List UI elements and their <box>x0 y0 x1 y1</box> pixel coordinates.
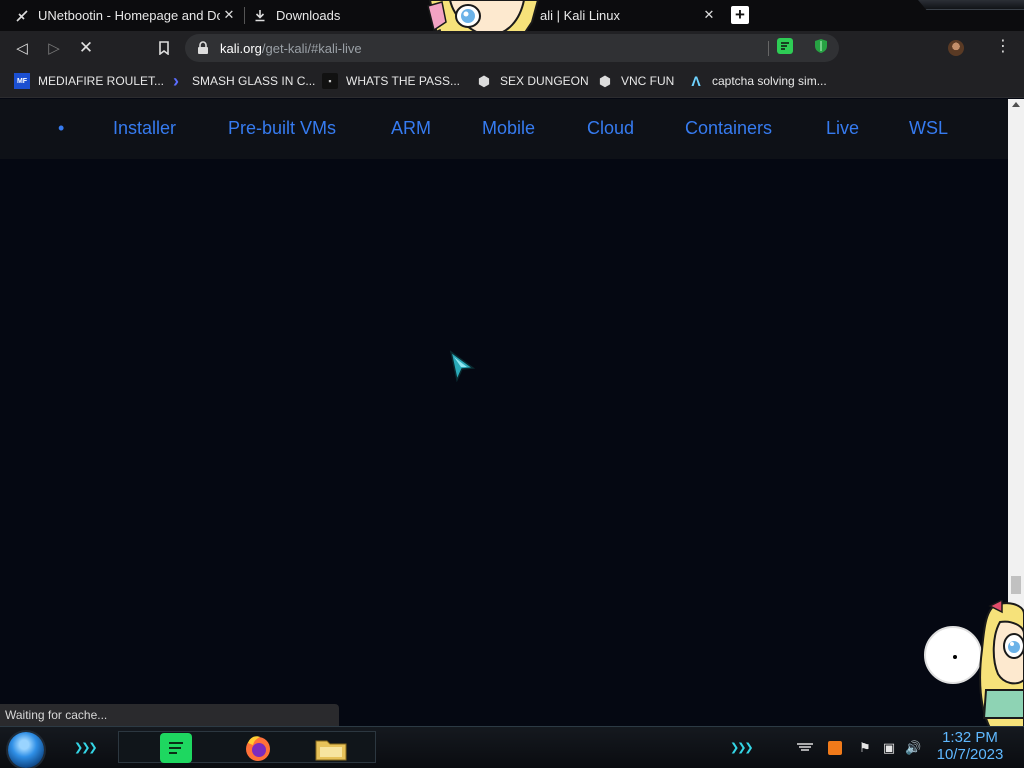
start-orb-button[interactable] <box>8 732 44 768</box>
mouse-cursor-icon <box>449 350 476 387</box>
profile-avatar[interactable] <box>948 40 964 56</box>
mediafire-icon: MF <box>14 73 30 89</box>
volume-icon[interactable]: 🔊 <box>905 741 921 755</box>
new-tab-button[interactable]: + <box>731 6 749 24</box>
bookmark-label: captcha solving sim... <box>712 74 827 88</box>
bookmark-item[interactable]: ⬢ SEX DUNGEON <box>476 71 589 91</box>
bookmark-icon[interactable] <box>153 37 175 59</box>
bookmark-label: SEX DUNGEON <box>500 74 589 88</box>
forward-button[interactable]: ▷ <box>43 37 65 59</box>
nav-link-mobile[interactable]: Mobile <box>482 118 535 139</box>
lock-icon <box>197 41 211 55</box>
bookmark-item[interactable]: MF MEDIAFIRE ROULET... <box>14 71 164 91</box>
web-page-content: • Installer Pre-built VMs ARM Mobile Clo… <box>0 99 1008 726</box>
desktop-screen: UNetbootin - Homepage and Dow ✕ Download… <box>0 0 1024 768</box>
chevron-bookmark-icon: › <box>173 70 179 91</box>
status-bar: Waiting for cache... <box>0 704 339 726</box>
tab-title: UNetbootin - Homepage and Dow <box>38 8 220 23</box>
bookmarks-bar: MF MEDIAFIRE ROULET... › SMASH GLASS IN … <box>0 65 1024 98</box>
nav-dot[interactable]: • <box>58 118 64 139</box>
bookmark-label: VNC FUN <box>621 74 675 88</box>
system-clock[interactable]: 1:32 PM 10/7/2023 <box>934 729 1006 763</box>
lock-bookmark-icon: ▪ <box>322 73 338 89</box>
stop-loading-button[interactable]: ✕ <box>75 37 97 59</box>
bookmark-item[interactable]: ⬢ VNC FUN <box>597 71 674 91</box>
nav-link-live[interactable]: Live <box>826 118 859 139</box>
chevron-decoration-icon: ❯❯❯ <box>730 742 754 754</box>
nav-link-prebuilt-vms[interactable]: Pre-built VMs <box>228 118 336 139</box>
tab-divider <box>244 7 245 24</box>
window-frame-decoration <box>918 0 1024 10</box>
tab-close-icon[interactable]: ✕ <box>702 8 716 22</box>
url-host: kali.org <box>220 41 262 56</box>
cube-icon: ⬢ <box>477 72 491 89</box>
nav-link-containers[interactable]: Containers <box>685 118 772 139</box>
nav-link-wsl[interactable]: WSL <box>909 118 948 139</box>
back-button[interactable]: ◁ <box>11 37 33 59</box>
tab-unetbootin[interactable]: UNetbootin - Homepage and Dow ✕ <box>14 0 242 31</box>
extension-chat-icon[interactable] <box>777 38 793 54</box>
file-explorer-icon[interactable] <box>314 733 347 763</box>
url-text: kali.org/get-kali/#kali-live <box>220 41 362 56</box>
chevron-decoration-icon: ❯❯❯ <box>74 742 98 754</box>
browser-menu-button[interactable]: ⋮ <box>995 38 1011 56</box>
tab-title: ali | Kali Linux <box>540 8 620 23</box>
bookmark-item[interactable]: Λ captcha solving sim... <box>688 71 827 91</box>
flag-icon[interactable]: ⚑ <box>858 741 872 755</box>
windows-taskbar: ❯❯❯ ❯❯❯ ⚑ ▣ 🔊 1:32 PM 10/7/2023 <box>0 726 1024 768</box>
kali-download-nav: • Installer Pre-built VMs ARM Mobile Clo… <box>0 99 1008 159</box>
clock-time: 1:32 PM <box>942 729 998 746</box>
cube-icon: ⬢ <box>598 72 612 89</box>
unetbootin-icon <box>14 8 30 24</box>
tab-title: Downloads <box>276 8 341 23</box>
spotify-like-app-icon[interactable] <box>160 733 192 763</box>
nav-link-installer[interactable]: Installer <box>113 118 176 139</box>
url-path: /get-kali/#kali-live <box>261 41 362 56</box>
bookmark-item[interactable]: ▪ WHATS THE PASS... <box>322 71 460 91</box>
firefox-icon[interactable] <box>242 733 274 763</box>
browser-toolbar: ◁ ▷ ✕ kali.org/get-kali/#kali-live ⋮ <box>0 31 1024 65</box>
nav-link-cloud[interactable]: Cloud <box>587 118 634 139</box>
bookmark-label: MEDIAFIRE ROULET... <box>38 74 165 88</box>
omnibox-divider <box>768 41 769 56</box>
network-icon[interactable]: ▣ <box>882 741 896 755</box>
scrollbar-thumb[interactable] <box>1011 576 1021 594</box>
bookmark-label: WHATS THE PASS... <box>346 74 461 88</box>
nav-link-arm[interactable]: ARM <box>391 118 431 139</box>
bookmark-label: SMASH GLASS IN C... <box>192 74 316 88</box>
lambda-icon: Λ <box>691 73 701 89</box>
download-icon <box>252 8 268 24</box>
show-hidden-icons-button[interactable] <box>796 741 813 755</box>
tab-downloads[interactable]: Downloads <box>252 0 422 31</box>
bookmark-item[interactable]: › SMASH GLASS IN C... <box>168 71 315 91</box>
scroll-up-arrow-icon[interactable] <box>1012 102 1020 107</box>
clock-date: 10/7/2023 <box>936 746 1004 763</box>
mascot-sticker-corner <box>972 598 1024 733</box>
tab-close-icon[interactable]: ✕ <box>222 8 236 22</box>
shield-extension-icon[interactable] <box>813 38 829 54</box>
orange-tray-app-icon[interactable] <box>828 741 842 755</box>
tab-kali-active[interactable]: ali | Kali Linux ✕ <box>536 0 722 31</box>
address-bar[interactable]: kali.org/get-kali/#kali-live <box>185 34 839 62</box>
